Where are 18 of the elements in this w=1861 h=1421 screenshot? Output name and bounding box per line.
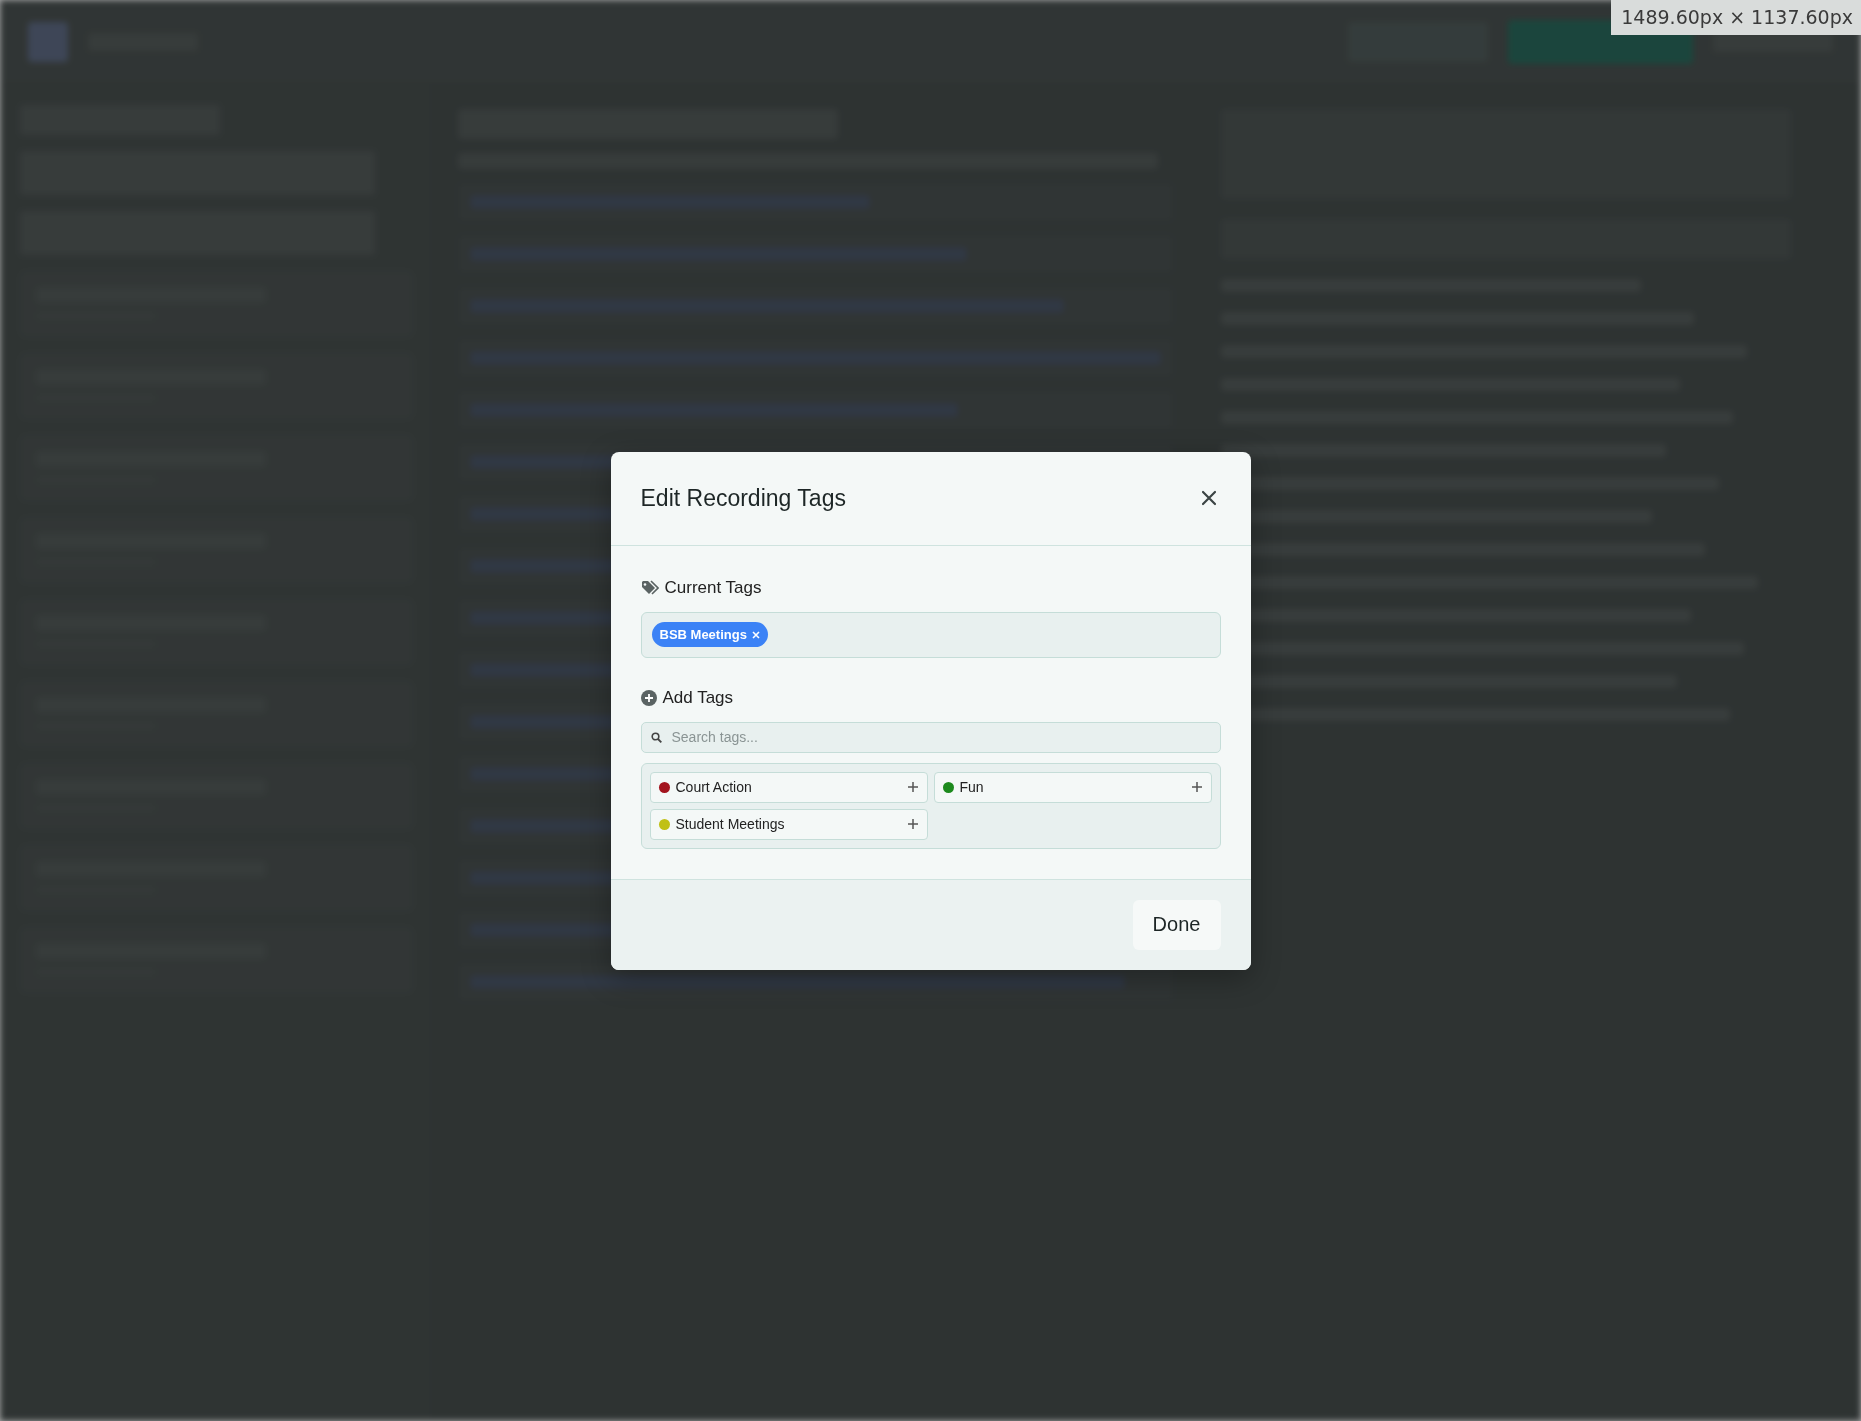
- close-icon: [751, 630, 760, 639]
- tags-icon: [640, 579, 659, 596]
- tag-option[interactable]: Fun: [933, 771, 1212, 803]
- done-button[interactable]: Done: [1132, 899, 1221, 950]
- tag-option[interactable]: Student Meetings: [649, 808, 928, 840]
- dialog-title: Edit Recording Tags: [640, 484, 846, 512]
- dimension-label: 1489.60px × 1137.60px: [1611, 0, 1861, 35]
- tag-name: BSB Meetings: [659, 627, 747, 642]
- section-label: Current Tags: [664, 577, 762, 598]
- plus-icon: [1190, 781, 1203, 793]
- close-icon: [1200, 490, 1217, 506]
- tag-option[interactable]: Court Action: [649, 771, 928, 803]
- plus-circle-icon: [640, 689, 657, 706]
- search-field[interactable]: Search tags...: [640, 721, 1221, 753]
- remove-tag-button[interactable]: [751, 630, 760, 639]
- section-label: Add Tags: [662, 687, 734, 708]
- plus-icon: [906, 818, 919, 830]
- plus-icon: [906, 781, 919, 793]
